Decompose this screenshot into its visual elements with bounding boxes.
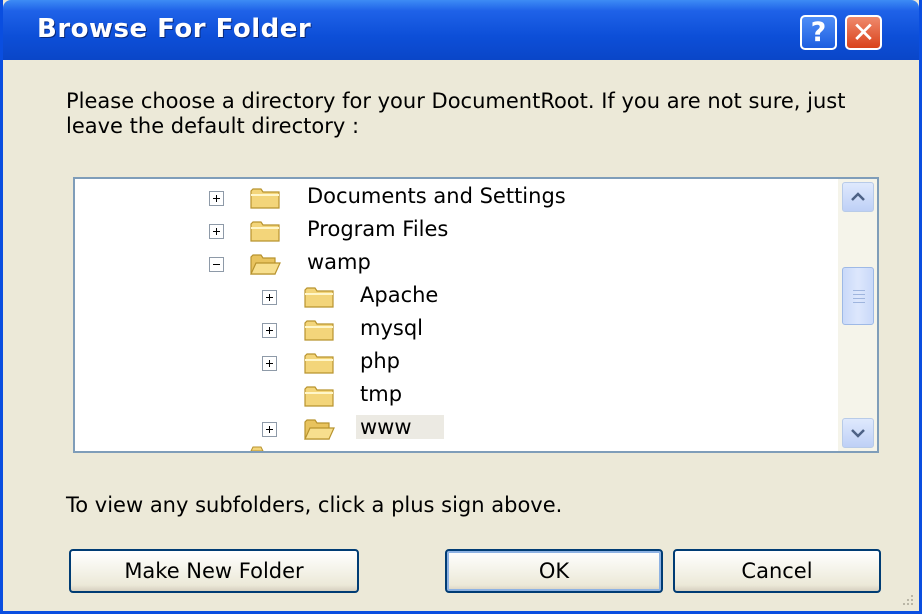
- window-title: Browse For Folder: [37, 14, 312, 44]
- tree-item-label: tmp: [360, 382, 403, 406]
- open-folder-icon: [250, 254, 281, 275]
- tree-item-label: wamp: [307, 250, 371, 274]
- scroll-up-button[interactable]: [842, 182, 874, 212]
- title-bar[interactable]: Browse For Folder ? ✕: [3, 0, 919, 60]
- tree-item-www[interactable]: www: [75, 414, 835, 444]
- tree-item-label: Documents and Settings: [307, 184, 566, 208]
- tree-item-label: mysql: [360, 316, 423, 340]
- expand-plus-icon[interactable]: [262, 323, 277, 338]
- close-button[interactable]: ✕: [845, 15, 882, 50]
- tree-item-apache[interactable]: Apache: [75, 282, 835, 312]
- hint-text: To view any subfolders, click a plus sig…: [66, 493, 563, 517]
- tree-item-label: Program Files: [307, 217, 449, 241]
- tree-item-program-files[interactable]: Program Files: [75, 216, 835, 246]
- ok-button[interactable]: OK: [445, 549, 663, 593]
- tree-item-tmp[interactable]: tmp: [75, 381, 835, 411]
- chevron-up-icon: [851, 192, 865, 201]
- folder-icon: [304, 287, 334, 308]
- tree-item-php[interactable]: php: [75, 348, 835, 378]
- tree-item-label: php: [360, 349, 400, 373]
- cancel-button[interactable]: Cancel: [673, 549, 881, 593]
- tree-item-mysql[interactable]: mysql: [75, 315, 835, 345]
- browse-for-folder-dialog: Browse For Folder ? ✕ Please choose a di…: [0, 0, 922, 614]
- tree-item-documents-and-settings[interactable]: Documents and Settings: [75, 183, 835, 213]
- folder-icon-partial: [250, 446, 264, 451]
- folder-icon: [304, 320, 334, 341]
- scroll-down-button[interactable]: [842, 418, 874, 448]
- expand-plus-icon[interactable]: [209, 191, 224, 206]
- tree-item-label: Apache: [360, 283, 439, 307]
- folder-icon: [304, 386, 334, 407]
- folder-tree[interactable]: Documents and Settings Program Files wam…: [73, 177, 879, 453]
- chevron-down-icon: [851, 429, 865, 438]
- folder-icon: [250, 221, 280, 242]
- expand-plus-icon[interactable]: [209, 224, 224, 239]
- folder-icon: [250, 188, 280, 209]
- resize-grip-icon[interactable]: [899, 591, 915, 607]
- expand-plus-icon[interactable]: [262, 356, 277, 371]
- help-button[interactable]: ?: [800, 15, 837, 50]
- vertical-scrollbar[interactable]: [838, 179, 877, 451]
- tree-item-wamp[interactable]: wamp: [75, 249, 835, 279]
- collapse-minus-icon[interactable]: [209, 257, 224, 272]
- scroll-thumb[interactable]: [842, 267, 874, 325]
- prompt-text: Please choose a directory for your Docum…: [66, 89, 846, 138]
- tree-item-label-selected: www: [356, 415, 444, 439]
- folder-icon: [304, 353, 334, 374]
- expand-plus-icon[interactable]: [262, 422, 277, 437]
- expand-plus-icon[interactable]: [262, 290, 277, 305]
- make-new-folder-button[interactable]: Make New Folder: [69, 549, 359, 593]
- open-folder-icon: [304, 419, 335, 440]
